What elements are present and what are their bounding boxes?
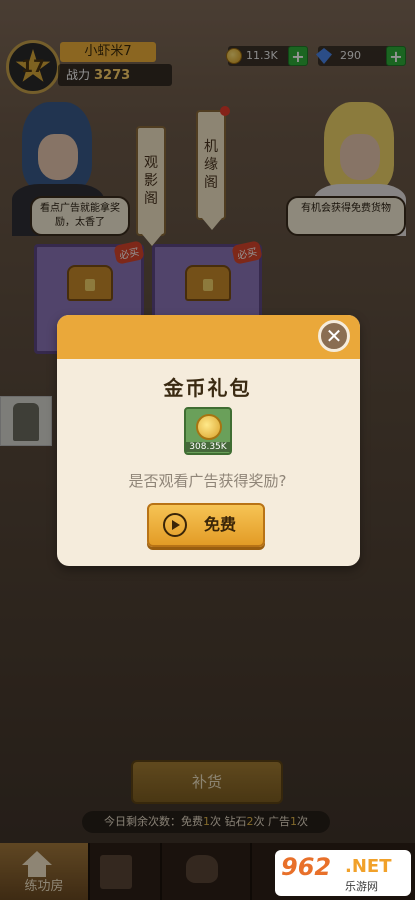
coin-icon [196,414,222,440]
free-claim-button[interactable]: 免费 [147,503,265,547]
watermark-sub: 乐游网 [345,880,378,893]
close-icon: ✕ [325,324,343,348]
watermark-number: 962 [281,853,332,881]
dialog-header-band [57,315,360,359]
close-button[interactable]: ✕ [318,320,350,352]
reward-amount: 308.35K [186,442,230,452]
watch-ad-question: 是否观看广告获得奖励? [128,472,287,490]
watermark-domain: .NET [345,856,392,877]
site-watermark-logo: 962 .NET 乐游网 [275,850,411,896]
free-label: 免费 [204,515,237,534]
play-icon [163,513,187,537]
reward-item: 308.35K [184,407,232,455]
dialog-title: 金币礼包 [163,376,252,400]
